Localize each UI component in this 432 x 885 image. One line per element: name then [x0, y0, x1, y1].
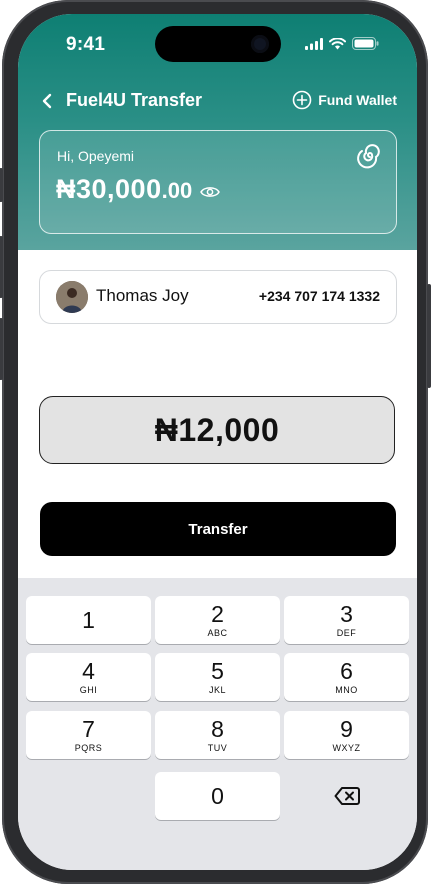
key-5[interactable]: 5 JKL: [155, 653, 280, 701]
signal-icon: [305, 37, 323, 50]
wallet-card: Hi, Opeyemi ₦30,000 .00: [39, 130, 397, 234]
key-3[interactable]: 3 DEF: [284, 596, 409, 644]
key-5-number: 5: [211, 657, 224, 684]
key-3-number: 3: [340, 600, 353, 627]
key-7[interactable]: 7 PQRS: [26, 711, 151, 759]
greeting: Hi, Opeyemi: [57, 148, 135, 164]
key-8[interactable]: 8 TUV: [155, 711, 280, 759]
key-2-number: 2: [211, 600, 224, 627]
key-1[interactable]: 1: [26, 596, 151, 644]
key-4-letters: GHI: [79, 684, 98, 695]
recipient-phone: +234 707 174 1332: [258, 288, 380, 304]
key-4-number: 4: [82, 657, 95, 684]
key-6[interactable]: 6 MNO: [284, 653, 409, 701]
recipient-name: Thomas Joy: [96, 286, 189, 305]
fund-wallet-button[interactable]: Fund Wallet: [292, 90, 397, 110]
status-bar: 9:41: [18, 14, 417, 74]
status-time: 9:41: [66, 34, 106, 55]
camera-icon: [251, 35, 269, 53]
key-8-letters: TUV: [207, 742, 228, 753]
key-0-number: 0: [211, 782, 224, 809]
fund-wallet-label: Fund Wallet: [318, 92, 397, 108]
volume-down-button: [0, 318, 3, 380]
numeric-keypad: 1 2 ABC 3 DEF 4 GHI 5 JKL 6 MNO 7 PQRS 8…: [18, 578, 417, 870]
key-4[interactable]: 4 GHI: [26, 653, 151, 701]
screen: 9:41 Fuel4U Transfer Fund Wallet Hi, Ope…: [18, 14, 417, 870]
key-9-letters: WXYZ: [332, 742, 361, 753]
nav-bar: Fuel4U Transfer Fund Wallet: [18, 88, 417, 114]
status-icons: [305, 37, 379, 50]
key-6-number: 6: [340, 657, 353, 684]
eye-icon[interactable]: [200, 185, 221, 199]
balance-main: ₦30,000: [56, 174, 162, 204]
key-9-number: 9: [340, 715, 353, 742]
backspace-key[interactable]: [284, 772, 409, 820]
phone-frame: 9:41 Fuel4U Transfer Fund Wallet Hi, Ope…: [0, 0, 431, 884]
swirl-logo-icon: [357, 144, 380, 169]
key-1-number: 1: [82, 606, 95, 633]
backspace-icon: [334, 787, 360, 805]
key-0[interactable]: 0: [155, 772, 280, 820]
key-7-number: 7: [82, 715, 95, 742]
header: 9:41 Fuel4U Transfer Fund Wallet Hi, Ope…: [18, 14, 417, 250]
amount-display[interactable]: ₦12,000: [39, 396, 395, 464]
page-title: Fuel4U Transfer: [66, 90, 203, 110]
key-9[interactable]: 9 WXYZ: [284, 711, 409, 759]
key-8-number: 8: [211, 715, 224, 742]
balance: ₦30,000 .00: [56, 174, 221, 205]
dynamic-island: [155, 26, 281, 62]
recipient-card[interactable]: Thomas Joy +234 707 174 1332: [39, 270, 397, 324]
plus-circle-icon: [292, 90, 312, 110]
key-6-letters: MNO: [335, 684, 358, 695]
avatar: [56, 281, 88, 313]
action-button: [0, 168, 3, 202]
back-chevron-icon[interactable]: [38, 91, 58, 111]
key-3-letters: DEF: [336, 627, 357, 638]
wifi-icon: [329, 37, 346, 49]
transfer-button[interactable]: Transfer: [40, 502, 396, 556]
key-2-letters: ABC: [207, 627, 228, 638]
volume-up-button: [0, 236, 3, 298]
battery-icon: [352, 37, 379, 50]
balance-decimal: .00: [161, 178, 193, 203]
key-5-letters: JKL: [208, 684, 226, 695]
key-2[interactable]: 2 ABC: [155, 596, 280, 644]
power-button: [427, 284, 431, 388]
key-7-letters: PQRS: [74, 742, 103, 753]
